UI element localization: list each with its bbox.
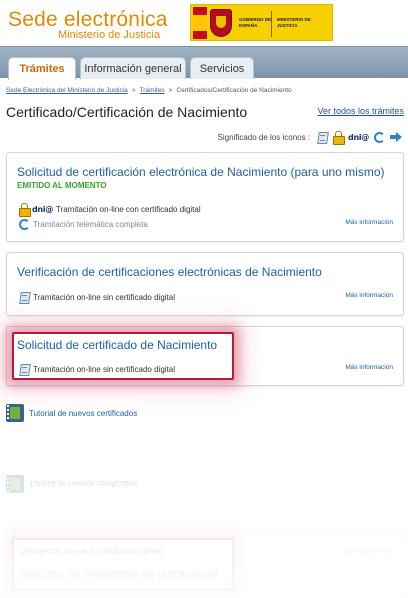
video-tutorial-icon: [6, 475, 24, 493]
tab-informacion-general[interactable]: Información general: [80, 57, 186, 79]
legend-label: Significado de los iconos :: [217, 132, 311, 142]
procedure-method-label: Tramitación telemática completa: [33, 220, 148, 229]
refresh-icon: [19, 219, 30, 230]
reflected-procedure-card: [6, 528, 404, 598]
procedure-method: Tramitación on-line sin certificado digi…: [19, 363, 175, 375]
reflected-tutorial-label: Tutorial de nuevos certificados: [29, 479, 138, 489]
procedure-card-request: Solicitud de certificado de Nacimiento T…: [6, 326, 404, 386]
dni-icon: dni@: [32, 204, 53, 214]
procedure-method: Tramitación telemática completa: [19, 219, 148, 230]
reflected-tutorial: Tutorial de nuevos certificados: [6, 475, 137, 493]
procedure-method-label: Tramitación on-line con certificado digi…: [55, 204, 201, 214]
tab-tramites[interactable]: Trámites: [8, 57, 76, 80]
page-title: Certificado/Certificación de Nacimiento: [6, 104, 248, 120]
spain-flag-icon: [193, 7, 207, 39]
status-badge: EMITIDO AL MOMENTO: [17, 181, 107, 190]
tutorial-label: Tutorial de nuevos certificados: [29, 408, 138, 418]
dni-icon[interactable]: dni@: [348, 133, 369, 142]
procedure-card-electronic: Solicitud de certificación electrónica d…: [6, 152, 404, 242]
coat-of-arms-icon: [210, 9, 232, 37]
reflected-procedure-method: Tramitación on-line sin certificado digi…: [20, 547, 162, 556]
procedure-card-verification: Verificación de certificaciones electrón…: [6, 252, 404, 316]
reflection-overlay: Tutorial de nuevos certificados Solicitu…: [0, 438, 408, 598]
more-info-link[interactable]: Más información: [345, 364, 393, 371]
breadcrumb-home[interactable]: Sede Electrónica del Ministerio de Justi…: [6, 87, 128, 94]
breadcrumb-separator: >: [168, 87, 173, 94]
gov-text-left: GOBIERNO DE ESPAÑA: [239, 17, 272, 28]
card-icon[interactable]: [317, 131, 328, 143]
procedure-title[interactable]: Verificación de certificaciones electrón…: [17, 265, 322, 279]
site-header: Sede electrónica Ministerio de Justicia …: [0, 0, 408, 46]
more-info-link[interactable]: Más información: [345, 292, 393, 299]
lock-icon: [19, 203, 31, 217]
more-info-link[interactable]: Más información: [345, 219, 393, 226]
procedure-title[interactable]: Solicitud de certificación electrónica d…: [17, 165, 385, 179]
procedure-title[interactable]: Solicitud de certificado de Nacimiento: [17, 338, 217, 352]
refresh-icon[interactable]: [374, 131, 385, 143]
card-icon: [19, 291, 30, 303]
breadcrumb-current: Certificados/Certificación de Nacimiento: [176, 87, 292, 94]
breadcrumb: Sede Electrónica del Ministerio de Justi…: [6, 87, 292, 94]
procedure-method-label: Tramitación on-line sin certificado digi…: [33, 292, 175, 302]
tab-servicios[interactable]: Servicios: [190, 57, 254, 79]
icon-legend: Significado de los iconos : dni@: [217, 130, 402, 145]
tutorial-link[interactable]: Tutorial de nuevos certificados: [6, 404, 137, 422]
view-all-link[interactable]: Ver todos los trámites: [317, 106, 404, 116]
gov-divider: [271, 11, 272, 37]
video-tutorial-icon: [6, 404, 24, 422]
government-logo[interactable]: GOBIERNO DE ESPAÑA MINISTERIO DE JUSTICI…: [190, 4, 333, 41]
card-icon: [19, 363, 30, 375]
reflected-procedure-title: Solicitud de certificado de Nacimiento: [18, 568, 219, 582]
brand-subtitle: Ministerio de Justicia: [58, 29, 161, 41]
reflection-content: Tutorial de nuevos certificados Solicitu…: [0, 438, 408, 598]
arrow-icon[interactable]: [390, 132, 402, 142]
breadcrumb-separator: >: [131, 87, 136, 94]
procedure-method: dni@ Tramitación on-line con certificado…: [19, 203, 201, 217]
reflected-more-info: Más información: [344, 547, 392, 554]
procedure-method: Tramitación on-line sin certificado digi…: [19, 291, 175, 303]
reflected-highlight: [12, 538, 234, 590]
main-nav: Trámites Información general Servicios: [0, 46, 408, 80]
procedure-method-label: Tramitación on-line sin certificado digi…: [33, 364, 175, 374]
reflection-fade: [0, 438, 408, 598]
gov-text-right: MINISTERIO DE JUSTICIA: [277, 17, 311, 28]
breadcrumb-tramites[interactable]: Trámites: [140, 87, 165, 94]
lock-icon[interactable]: [333, 131, 346, 145]
